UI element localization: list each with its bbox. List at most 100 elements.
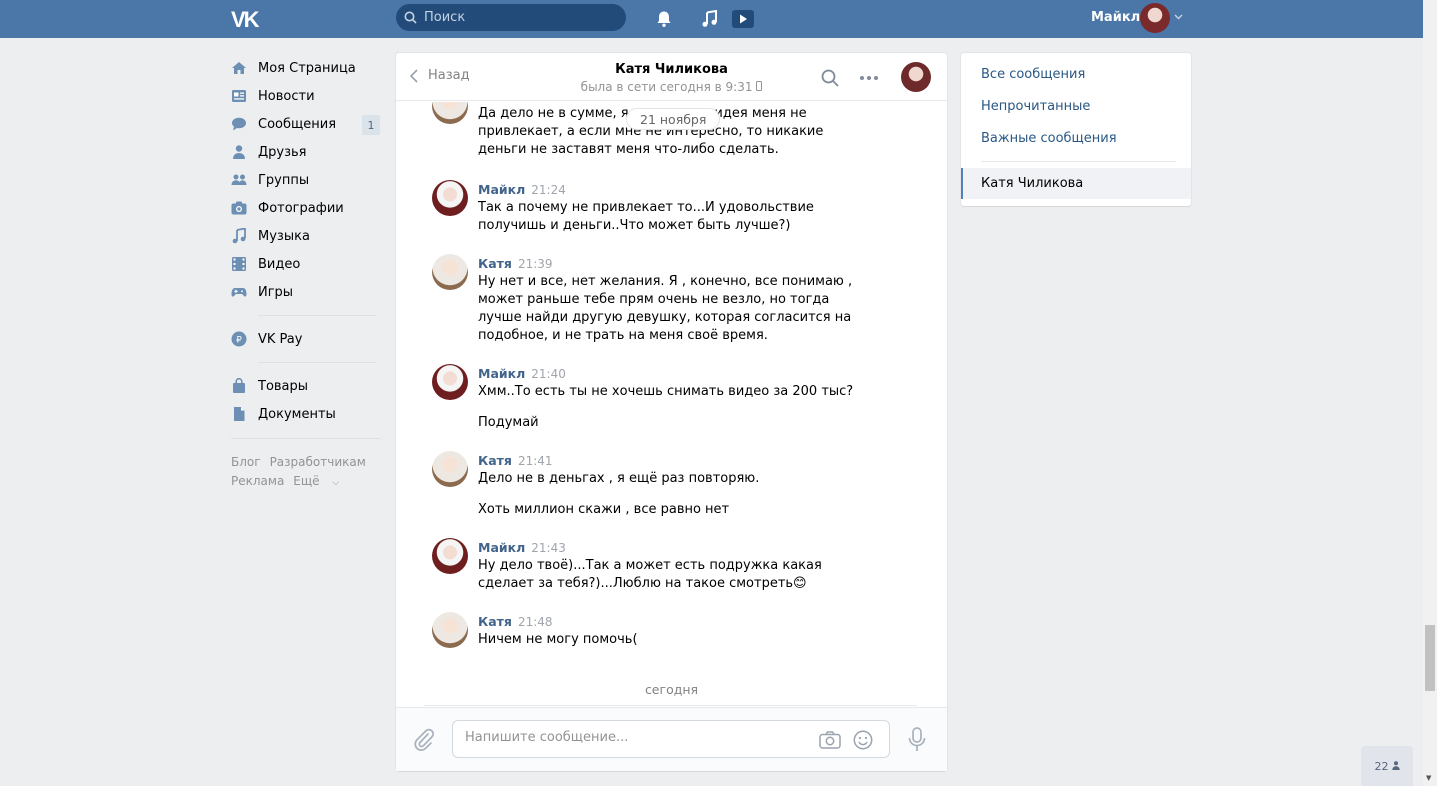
message-text: Ну дело твоё)...Так а может есть подружк… — [478, 558, 822, 591]
sidebar-item-label: Группы — [258, 172, 310, 188]
sidebar-item-my-page[interactable]: Моя Страница — [231, 54, 381, 82]
more-icon[interactable] — [858, 67, 880, 89]
video-icon — [231, 256, 247, 272]
user-avatar[interactable] — [1140, 3, 1170, 33]
sidebar-item-video[interactable]: Видео — [231, 250, 381, 278]
sidebar-item-vkpay[interactable]: ₽ VK Pay — [231, 325, 381, 353]
filter-unread[interactable]: Непрочитанные — [981, 99, 1090, 114]
message-author[interactable]: Катя 21:39 — [478, 256, 553, 271]
scrollbar-thumb[interactable] — [1425, 625, 1435, 691]
vk-logo[interactable]: VK — [231, 7, 264, 32]
avatar[interactable] — [432, 612, 468, 648]
active-conversation-item[interactable]: Катя Чиликова — [961, 168, 1191, 199]
author-name: Майкл — [478, 540, 526, 555]
footer-link-developers[interactable]: Разработчикам — [270, 455, 366, 469]
sidebar-item-messages[interactable]: Сообщения 1 — [231, 110, 381, 138]
sidebar-item-goods[interactable]: Товары — [231, 372, 381, 400]
avatar[interactable] — [432, 538, 468, 574]
music-note-icon[interactable] — [699, 8, 721, 30]
filter-important[interactable]: Важные сообщения — [981, 131, 1117, 146]
sidebar-item-label: Документы — [258, 406, 336, 422]
footer-link-blog[interactable]: Блог — [231, 455, 261, 469]
sidebar-item-label: Игры — [258, 284, 294, 300]
chat-avatar[interactable] — [901, 62, 931, 92]
left-sidebar: Моя Страница Новости Сообщения 1 Друзья … — [231, 54, 381, 493]
mobile-icon — [756, 80, 763, 94]
message-input[interactable] — [465, 730, 805, 745]
camera-icon — [231, 200, 247, 216]
author-name: Катя — [478, 453, 512, 468]
sidebar-item-groups[interactable]: Группы — [231, 166, 381, 194]
message-author[interactable]: Майкл 21:24 — [478, 182, 566, 197]
sidebar-item-documents[interactable]: Документы — [231, 400, 381, 428]
online-count: 22 — [1374, 759, 1389, 773]
message-author[interactable]: Майкл 21:40 — [478, 366, 566, 381]
message-time: 21:39 — [517, 257, 553, 271]
chevron-down-icon[interactable] — [1174, 12, 1183, 23]
bell-icon[interactable] — [653, 8, 675, 30]
message-text: Ничем не могу помочь( — [478, 632, 638, 647]
search-icon[interactable] — [819, 67, 841, 89]
groups-icon — [231, 172, 247, 188]
sidebar-item-games[interactable]: Игры — [231, 278, 381, 306]
page-scrollbar[interactable]: ▼ — [1423, 0, 1437, 786]
avatar[interactable] — [432, 102, 468, 124]
message-input-box[interactable] — [452, 720, 890, 758]
sidebar-item-music[interactable]: Музыка — [231, 222, 381, 250]
avatar[interactable] — [432, 451, 468, 487]
author-name: Майкл — [478, 366, 526, 381]
sidebar-item-news[interactable]: Новости — [231, 82, 381, 110]
author-name: Катя — [478, 256, 512, 271]
message-time: 21:41 — [517, 454, 553, 468]
message-author[interactable]: Катя 21:48 — [478, 614, 553, 629]
footer-link-ads[interactable]: Реклама — [231, 474, 284, 488]
footer-link-more[interactable]: Ещё ⌵ — [293, 474, 348, 488]
sidebar-item-label: Видео — [258, 256, 301, 272]
music-icon — [231, 228, 247, 244]
sidebar-footer: Блог Разработчикам Реклама Ещё ⌵ — [231, 453, 381, 493]
sidebar-item-friends[interactable]: Друзья — [231, 138, 381, 166]
message-history[interactable]: Да дело не в сумме, я же говорю, идея ме… — [396, 102, 947, 707]
search-box[interactable]: Поиск — [396, 4, 626, 31]
scroll-down-icon[interactable]: ▼ — [1426, 774, 1431, 782]
avatar[interactable] — [432, 180, 468, 216]
svg-text:₽: ₽ — [236, 336, 242, 346]
ruble-coin-icon: ₽ — [231, 331, 247, 347]
sidebar-divider — [231, 438, 381, 439]
online-friends-counter[interactable]: 22 — [1361, 746, 1413, 786]
avatar[interactable] — [432, 254, 468, 290]
home-icon — [231, 60, 247, 76]
message-time: 21:48 — [517, 615, 553, 629]
message-composer — [396, 707, 947, 771]
emoji-smile-icon[interactable] — [852, 729, 874, 751]
active-conversation-label: Катя Чиликова — [981, 176, 1084, 191]
news-icon — [231, 88, 247, 104]
message-time: 21:43 — [531, 541, 566, 555]
messages-icon — [231, 116, 247, 132]
camera-icon[interactable] — [819, 729, 841, 751]
message-author[interactable]: Катя 21:41 — [478, 453, 553, 468]
sidebar-item-label: Музыка — [258, 228, 310, 244]
date-divider: 21 ноября — [626, 108, 721, 130]
conversation-filter-panel: Все сообщения Непрочитанные Важные сообщ… — [961, 53, 1191, 206]
avatar[interactable] — [432, 364, 468, 400]
today-divider: сегодня — [644, 682, 699, 697]
unread-badge: 1 — [362, 115, 380, 135]
sidebar-item-photos[interactable]: Фотографии — [231, 194, 381, 222]
gamepad-icon — [231, 284, 247, 300]
message-author[interactable]: Майкл 21:43 — [478, 540, 566, 555]
search-icon — [404, 11, 417, 24]
sidebar-item-label: Товары — [258, 378, 309, 394]
message-text: Ну нет и все, нет желания. Я , конечно, … — [478, 274, 853, 343]
chevron-down-icon: ⌵ — [332, 478, 340, 488]
search-placeholder: Поиск — [424, 10, 466, 25]
user-name[interactable]: Майкл — [1091, 10, 1140, 25]
play-icon[interactable] — [732, 8, 754, 30]
paperclip-icon[interactable] — [414, 728, 434, 756]
sidebar-divider — [258, 315, 376, 316]
filter-all-messages[interactable]: Все сообщения — [981, 67, 1085, 82]
shopping-bag-icon — [231, 378, 247, 394]
message-text: Хоть миллион скажи , все равно нет — [478, 502, 730, 517]
microphone-icon[interactable] — [907, 727, 927, 757]
status-text: была в сети сегодня в 9:31 — [580, 80, 753, 94]
